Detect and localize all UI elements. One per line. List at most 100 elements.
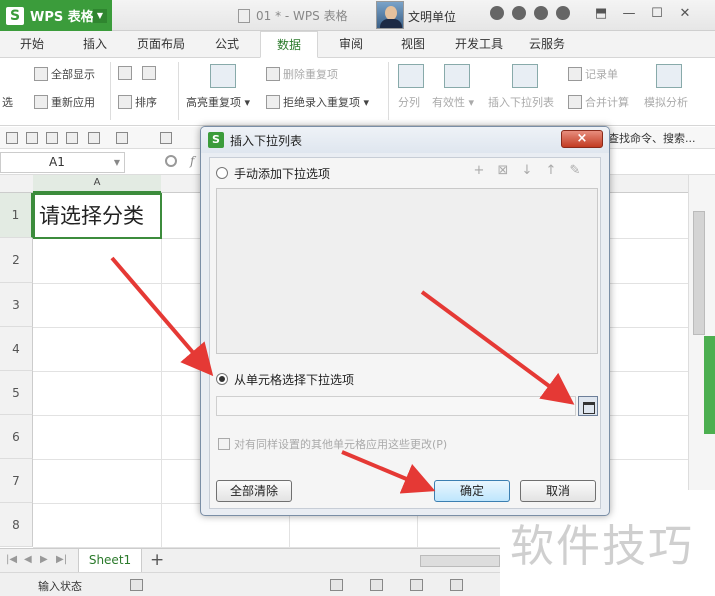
- next-sheet-icon[interactable]: ▶: [40, 554, 48, 565]
- dialog-close-button[interactable]: ×: [561, 130, 603, 148]
- row-header-6[interactable]: 6: [0, 415, 33, 459]
- split-column-icon[interactable]: [398, 64, 424, 88]
- help-icon[interactable]: [556, 6, 570, 20]
- format-painter-icon[interactable]: [88, 132, 100, 144]
- tab-formula[interactable]: 公式: [200, 31, 254, 58]
- cancel-button[interactable]: 取消: [520, 480, 596, 502]
- tab-view[interactable]: 视图: [384, 31, 442, 58]
- row-header-2[interactable]: 2: [0, 238, 33, 283]
- avatar[interactable]: [376, 1, 404, 29]
- tab-data[interactable]: 数据: [260, 31, 318, 58]
- status-icon[interactable]: [130, 579, 143, 591]
- normal-view-icon[interactable]: [330, 579, 343, 591]
- sort-desc-icon: [118, 95, 132, 109]
- highlight-duplicates-icon[interactable]: [210, 64, 236, 88]
- options-listbox[interactable]: [216, 188, 598, 354]
- print-preview-icon[interactable]: [46, 132, 58, 144]
- sheet-tab-sheet1[interactable]: Sheet1: [78, 549, 142, 573]
- prev-sheet-icon[interactable]: ◀: [24, 554, 32, 565]
- sort-button[interactable]: 排序: [118, 94, 157, 110]
- row-header-7[interactable]: 7: [0, 459, 33, 503]
- simulate-analysis-icon[interactable]: [656, 64, 682, 88]
- manual-option-radio[interactable]: [216, 167, 228, 179]
- split-column-button[interactable]: 分列: [398, 94, 420, 110]
- row-header-3[interactable]: 3: [0, 283, 33, 327]
- tab-developer[interactable]: 开发工具: [446, 31, 512, 58]
- restore-icon[interactable]: ⬒: [592, 6, 610, 21]
- app-menu-button[interactable]: S WPS 表格 ▼: [0, 0, 112, 31]
- page-break-view-icon[interactable]: [410, 579, 423, 591]
- edit-item-icon[interactable]: ✎: [568, 164, 582, 178]
- insert-dropdown-icon[interactable]: [512, 64, 538, 88]
- undo-icon[interactable]: [116, 132, 128, 144]
- validity-icon[interactable]: [444, 64, 470, 88]
- name-box-dropdown-icon[interactable]: ▼: [114, 153, 120, 172]
- show-all-button[interactable]: 全部显示: [34, 66, 95, 82]
- column-header-a[interactable]: A: [33, 175, 161, 193]
- tab-insert[interactable]: 插入: [66, 31, 124, 58]
- row-header-5[interactable]: 5: [0, 371, 33, 415]
- minimize-icon[interactable]: —: [620, 6, 638, 21]
- reject-duplicates-icon: [266, 95, 280, 109]
- range-select-button[interactable]: [578, 396, 598, 416]
- move-down-icon[interactable]: ↓: [520, 164, 534, 178]
- reapply-button[interactable]: 重新应用: [34, 94, 95, 110]
- merge-calc-button[interactable]: 合并计算: [568, 94, 629, 110]
- ribbon-divider: [110, 62, 111, 120]
- filter-label[interactable]: 选: [2, 94, 13, 110]
- move-up-icon[interactable]: ↑: [544, 164, 558, 178]
- highlight-duplicates-button[interactable]: 高亮重复项 ▾: [186, 94, 250, 110]
- add-item-icon[interactable]: +: [472, 164, 486, 178]
- horizontal-scroll-thumb[interactable]: [420, 555, 500, 567]
- tab-start[interactable]: 开始: [6, 31, 58, 58]
- reject-duplicates-button[interactable]: 拒绝录入重复项 ▾: [266, 94, 369, 110]
- page-layout-view-icon[interactable]: [370, 579, 383, 591]
- fx-icon[interactable]: f: [190, 154, 194, 168]
- apply-others-label[interactable]: 对有同样设置的其他单元格应用这些更改(P): [234, 436, 447, 452]
- first-sheet-icon[interactable]: |◀: [6, 554, 17, 565]
- record-sheet-button[interactable]: 记录单: [568, 66, 618, 82]
- print-icon[interactable]: [66, 132, 78, 144]
- apply-others-checkbox[interactable]: [218, 438, 230, 450]
- customize-icon[interactable]: [160, 132, 172, 144]
- last-sheet-icon[interactable]: ▶|: [56, 554, 67, 565]
- maximize-icon[interactable]: ☐: [648, 6, 666, 21]
- delete-item-icon[interactable]: ⊠: [496, 164, 510, 178]
- dialog-title-bar[interactable]: S 插入下拉列表 ×: [201, 127, 609, 153]
- user-name[interactable]: 文明单位: [408, 8, 456, 25]
- zoom-icon[interactable]: [165, 155, 177, 167]
- cloud-icon[interactable]: [512, 6, 526, 20]
- vertical-scroll-thumb[interactable]: [693, 211, 705, 335]
- from-cells-option-label[interactable]: 从单元格选择下拉选项: [234, 371, 354, 388]
- command-search[interactable]: 查找命令、搜索...: [608, 130, 696, 146]
- row-header-4[interactable]: 4: [0, 327, 33, 371]
- row-header-8[interactable]: 8: [0, 503, 33, 547]
- manual-option-label[interactable]: 手动添加下拉选项: [234, 165, 330, 182]
- sort-az-button[interactable]: [142, 66, 159, 80]
- ok-button[interactable]: 确定: [434, 480, 510, 502]
- add-sheet-button[interactable]: +: [150, 550, 164, 570]
- cell-range-input[interactable]: [216, 396, 576, 416]
- tab-review[interactable]: 审阅: [322, 31, 380, 58]
- cell-a1[interactable]: 请选择分类: [33, 193, 162, 239]
- clear-all-button[interactable]: 全部清除: [216, 480, 292, 502]
- row-header-1[interactable]: 1: [0, 193, 33, 238]
- from-cells-option-radio[interactable]: [216, 373, 228, 385]
- tab-cloud[interactable]: 云服务: [516, 31, 578, 58]
- zoom-menu-icon[interactable]: [450, 579, 463, 591]
- name-box[interactable]: A1 ▼: [0, 152, 125, 173]
- app-menu-caret-icon[interactable]: ▼: [93, 9, 107, 23]
- open-icon[interactable]: [6, 132, 18, 144]
- simulate-analysis-button[interactable]: 模拟分析: [644, 94, 688, 110]
- side-panel-toggle[interactable]: [704, 336, 715, 434]
- close-window-icon[interactable]: ✕: [676, 6, 694, 21]
- skin-icon[interactable]: [490, 6, 504, 20]
- delete-duplicates-button[interactable]: 删除重复项: [266, 66, 338, 82]
- validity-button[interactable]: 有效性 ▾: [432, 94, 474, 110]
- insert-dropdown-button[interactable]: 插入下拉列表: [488, 94, 554, 110]
- save-icon[interactable]: [26, 132, 38, 144]
- sort-asc-button[interactable]: [118, 66, 135, 80]
- sort-az-icon: [142, 66, 156, 80]
- tab-page-layout[interactable]: 页面布局: [128, 31, 194, 58]
- share-icon[interactable]: [534, 6, 548, 20]
